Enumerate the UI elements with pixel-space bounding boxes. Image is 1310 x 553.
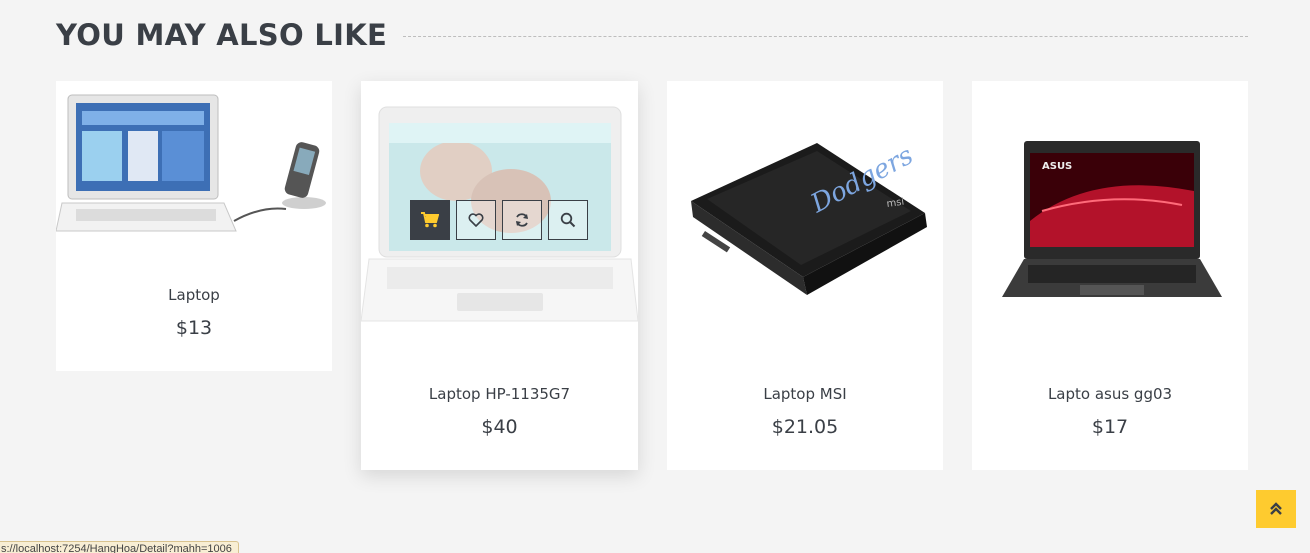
title-divider <box>403 35 1248 37</box>
add-to-cart-button[interactable] <box>410 200 450 240</box>
product-card[interactable]: Laptop HP-1135G7 $40 <box>361 81 638 470</box>
search-icon <box>560 212 576 228</box>
refresh-icon <box>516 213 528 227</box>
product-image[interactable]: ASUS <box>972 81 1248 331</box>
product-card[interactable]: Laptop $13 <box>56 81 332 371</box>
compare-button[interactable] <box>502 200 542 240</box>
section-header: YOU MAY ALSO LIKE <box>56 18 1248 52</box>
product-price: $21.05 <box>771 416 839 438</box>
product-name[interactable]: Lapto asus gg03 <box>972 385 1248 403</box>
product-card[interactable]: ASUS Lapto asus gg03 $17 <box>972 81 1248 470</box>
product-name[interactable]: Laptop <box>56 286 332 304</box>
wishlist-button[interactable] <box>456 200 496 240</box>
scroll-to-top-button[interactable] <box>1256 490 1296 528</box>
section-title: YOU MAY ALSO LIKE <box>56 18 388 52</box>
product-name[interactable]: Laptop MSI <box>667 385 943 403</box>
quick-view-button[interactable] <box>548 200 588 240</box>
product-price: $17 <box>1091 416 1129 438</box>
product-card[interactable]: Dodgers msi Laptop MSI $21.05 <box>667 81 943 470</box>
svg-text:ASUS: ASUS <box>1042 161 1072 172</box>
product-image[interactable] <box>56 81 332 261</box>
double-chevron-up-icon <box>1270 502 1282 515</box>
product-hover-actions <box>410 200 588 240</box>
product-price: $13 <box>175 317 213 339</box>
product-image[interactable]: Dodgers msi <box>667 81 943 331</box>
heart-icon <box>468 213 484 227</box>
product-price: $40 <box>481 416 518 438</box>
cart-icon <box>421 212 439 228</box>
status-bar-url: s://localhost:7254/HangHoa/Detail?mahh=1… <box>0 541 239 553</box>
product-name[interactable]: Laptop HP-1135G7 <box>361 385 638 403</box>
